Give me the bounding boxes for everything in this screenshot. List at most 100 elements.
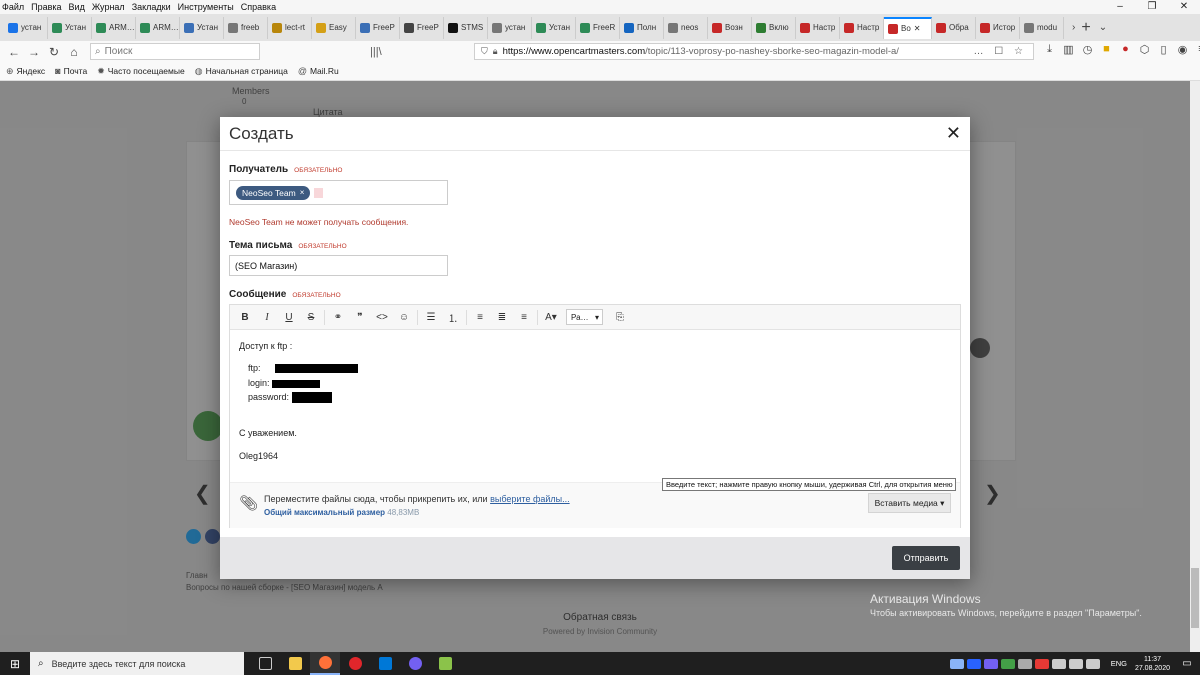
close-window-icon[interactable]: ✕ xyxy=(1168,0,1200,14)
chevron-down-icon[interactable]: ⌄ xyxy=(1099,22,1107,33)
choose-files-link[interactable]: выберите файлы... xyxy=(490,494,570,504)
subject-input[interactable]: (SEO Магазин) xyxy=(229,255,448,276)
notepad-icon[interactable] xyxy=(430,652,460,675)
windows-start-icon[interactable]: ⊞ xyxy=(0,657,30,671)
browser-tab[interactable]: FreeP xyxy=(356,16,400,39)
browser-tab[interactable]: устан xyxy=(4,16,48,39)
browser-tab[interactable]: Настр xyxy=(796,16,840,39)
language-indicator[interactable]: ENG xyxy=(1111,659,1127,668)
bookmark-item[interactable]: ⊕ Яндекс xyxy=(6,66,45,77)
browser-tab[interactable]: ARM… xyxy=(136,16,180,39)
viber-icon[interactable] xyxy=(400,652,430,675)
minimize-icon[interactable]: – xyxy=(1104,0,1136,14)
notifications-icon[interactable]: ▭ xyxy=(1174,652,1200,675)
url-bar[interactable]: ⛉ 🔒︎ https://www.opencartmasters.com/top… xyxy=(474,43,1034,60)
italic-icon[interactable]: I xyxy=(256,312,278,323)
browser-search-input[interactable]: ⌕ Поиск xyxy=(90,43,260,60)
menu-item[interactable]: Правка xyxy=(31,2,61,12)
menu-item[interactable]: Журнал xyxy=(92,2,125,12)
hamburger-menu-icon[interactable]: ≡ xyxy=(1192,43,1200,56)
sidebar-icon[interactable]: ▯ xyxy=(1154,43,1173,56)
antivirus-tray-icon[interactable] xyxy=(1034,658,1049,669)
browser-tab[interactable]: FreeR xyxy=(576,16,620,39)
remove-token-icon[interactable]: × xyxy=(300,188,305,197)
restore-icon[interactable]: ❐ xyxy=(1136,0,1168,14)
font-color-icon[interactable]: A▾ xyxy=(540,312,562,323)
browser-tab[interactable]: Возн xyxy=(708,16,752,39)
browser-tab[interactable]: STMS xyxy=(444,16,488,39)
recipient-field[interactable]: NeoSeo Team × xyxy=(229,180,448,205)
browser-tab[interactable]: Устан xyxy=(48,16,92,39)
viber-tray-icon[interactable] xyxy=(983,658,998,669)
back-icon[interactable]: ← xyxy=(4,45,24,59)
file-explorer-icon[interactable] xyxy=(280,652,310,675)
link-icon[interactable]: ⚭ xyxy=(327,312,349,323)
extension-icon[interactable]: ■ xyxy=(1097,43,1116,56)
adblock-icon[interactable]: ● xyxy=(1116,43,1135,56)
volume-icon[interactable] xyxy=(1085,658,1100,669)
menu-item[interactable]: Справка xyxy=(241,2,276,12)
browser-tab[interactable]: Вклю xyxy=(752,16,796,39)
library-icon[interactable]: |||\ xyxy=(370,46,400,58)
align-left-icon[interactable]: ≡ xyxy=(469,312,491,323)
preview-icon[interactable]: ⎘ xyxy=(609,312,631,323)
browser-tab[interactable]: neos xyxy=(664,16,708,39)
reload-icon[interactable]: ↻ xyxy=(44,45,64,59)
bold-icon[interactable]: B xyxy=(234,312,256,323)
message-body[interactable]: Доступ к ftp : ftp: login: password: С у… xyxy=(230,330,960,482)
shield-icon[interactable]: ⛉ xyxy=(481,46,488,57)
send-button[interactable]: Отправить xyxy=(892,546,960,570)
underline-icon[interactable]: U xyxy=(278,312,300,323)
url-actions[interactable]: … ☐ ☆ xyxy=(974,46,1028,57)
menu-item[interactable]: Инструменты xyxy=(178,2,234,12)
download-icon[interactable]: ⤓ xyxy=(1040,43,1059,56)
strikethrough-icon[interactable]: S xyxy=(300,312,322,323)
numbered-list-icon[interactable]: ⒈ xyxy=(442,310,464,325)
code-icon[interactable]: <> xyxy=(371,312,393,323)
browser-tab[interactable]: ARM… xyxy=(92,16,136,39)
browser-tab[interactable]: устан xyxy=(488,16,532,39)
bookmark-item[interactable]: @ Mail.Ru xyxy=(298,66,339,76)
recipient-input-caret[interactable] xyxy=(314,187,324,198)
quote-icon[interactable]: ❞ xyxy=(349,312,371,323)
browser-tab[interactable]: lect-rt xyxy=(268,16,312,39)
align-right-icon[interactable]: ≡ xyxy=(513,312,535,323)
bookmark-item[interactable]: ✹ Часто посещаемые xyxy=(97,66,185,77)
browser-tab[interactable]: Полн xyxy=(620,16,664,39)
firefox-icon[interactable] xyxy=(310,652,340,675)
insert-media-button[interactable]: Вставить медиа ▾ xyxy=(868,493,951,513)
browser-tab[interactable]: modu xyxy=(1020,16,1064,39)
browser-tab[interactable]: Во ✕ xyxy=(884,16,932,39)
skype-tray-icon[interactable] xyxy=(949,658,964,669)
bluetooth-tray-icon[interactable] xyxy=(966,658,981,669)
bookmark-item[interactable]: ◍ Начальная страница xyxy=(195,66,288,77)
new-tab-icon[interactable]: + xyxy=(1081,19,1090,37)
browser-tab[interactable]: FreeP xyxy=(400,16,444,39)
app-tray-icon[interactable] xyxy=(1000,658,1015,669)
close-icon[interactable]: ✕ xyxy=(946,123,961,144)
taskbar-search-input[interactable]: ⌕ Введите здесь текст для поиска xyxy=(30,652,244,675)
menu-item[interactable]: Файл xyxy=(2,2,24,12)
browser-tab[interactable]: Истор xyxy=(976,16,1020,39)
browser-tab[interactable]: Обра xyxy=(932,16,976,39)
emoji-icon[interactable]: ☺ xyxy=(393,312,415,323)
browser-tab[interactable]: Easy xyxy=(312,16,356,39)
network-icon[interactable] xyxy=(1051,658,1066,669)
menu-item[interactable]: Закладки xyxy=(132,2,171,12)
forward-icon[interactable]: → xyxy=(24,45,44,59)
bullet-list-icon[interactable]: ☰ xyxy=(420,312,442,323)
clock[interactable]: 11:37 27.08.2020 xyxy=(1135,655,1170,673)
addon-icon[interactable]: ⬡ xyxy=(1135,43,1154,56)
chevron-right-icon[interactable]: › xyxy=(1072,22,1075,33)
bookmark-item[interactable]: ◙ Почта xyxy=(55,66,87,76)
lock-icon[interactable]: 🔒︎ xyxy=(493,46,498,57)
browser-tab[interactable]: freeb xyxy=(224,16,268,39)
tray-icon[interactable] xyxy=(1017,658,1032,669)
scrollbar-thumb[interactable] xyxy=(1191,568,1199,628)
menu-item[interactable]: Вид xyxy=(69,2,85,12)
close-tab-icon[interactable]: ✕ xyxy=(914,24,921,33)
align-center-icon[interactable]: ≣ xyxy=(491,312,513,323)
mail-app-icon[interactable] xyxy=(370,652,400,675)
library-panel-icon[interactable]: ▥ xyxy=(1059,43,1078,56)
browser-tab[interactable]: Устан xyxy=(180,16,224,39)
